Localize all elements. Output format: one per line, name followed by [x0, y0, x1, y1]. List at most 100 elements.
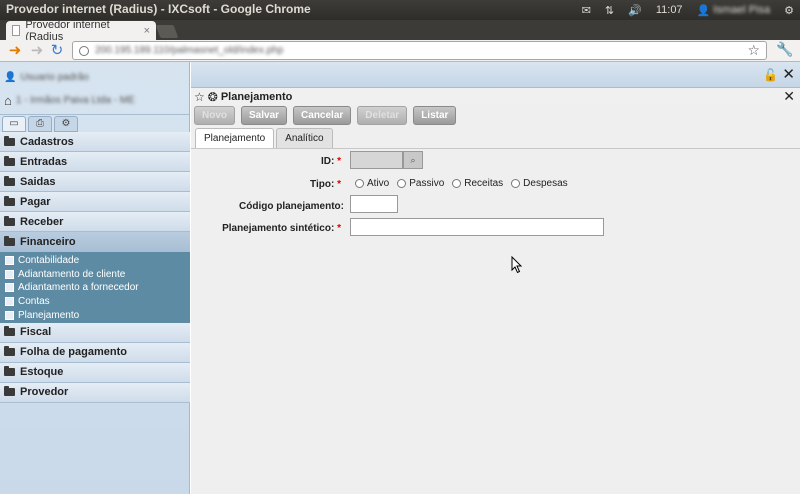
menu-label: Folha de pagamento — [20, 346, 127, 359]
folder-icon — [4, 235, 15, 246]
folder-icon — [4, 386, 15, 397]
home-icon: ⌂ — [4, 93, 12, 108]
codigo-planejamento-field[interactable] — [350, 195, 398, 213]
novo-button[interactable]: Novo — [194, 106, 235, 125]
network-icon[interactable]: ⇅ — [605, 4, 614, 17]
system-tray: ✉ ⇅ 🔊 11:07 👤 Ismael Pisa ⚙ — [582, 0, 794, 20]
menu-item-folha-pagamento[interactable]: Folha de pagamento — [0, 342, 190, 363]
folder-icon — [4, 175, 15, 186]
cancelar-button[interactable]: Cancelar — [293, 106, 352, 125]
menu-label: Financeiro — [20, 235, 76, 248]
menu-item-entradas[interactable]: Entradas — [0, 152, 190, 172]
folder-icon — [4, 366, 15, 377]
document-icon — [5, 256, 14, 266]
sintetico-label-wrap: Planejamento sintético: * — [191, 223, 341, 234]
submenu-item-adiantamento-fornecedor[interactable]: Adiantamento a fornecedor — [0, 281, 190, 295]
back-arrow-icon[interactable]: ➜ — [6, 42, 24, 60]
clock[interactable]: 11:07 — [656, 4, 683, 16]
menu-item-provedor[interactable]: Provedor — [0, 382, 190, 403]
forward-arrow-icon[interactable]: ➜ — [28, 42, 46, 60]
menu-item-pagar[interactable]: Pagar — [0, 192, 190, 212]
document-icon — [5, 297, 14, 307]
submenu-item-contas[interactable]: Contas — [0, 294, 190, 309]
close-form-icon[interactable]: ✕ — [783, 88, 795, 105]
left-sidebar: 👤 Usuario padrão ⌂ 1 - Irmãos Paiva Ltda… — [0, 62, 190, 494]
menu-item-financeiro[interactable]: Financeiro — [0, 232, 190, 252]
close-tab-icon[interactable]: × — [144, 25, 150, 37]
bookmark-star-icon[interactable]: ☆ — [747, 42, 760, 59]
document-icon — [5, 310, 14, 320]
submenu-label: Adiantamento a fornecedor — [18, 282, 139, 294]
submenu-item-adiantamento-cliente[interactable]: Adiantamento de cliente — [0, 267, 190, 282]
radio-label: Receitas — [464, 178, 504, 189]
radio-label: Ativo — [367, 178, 390, 189]
menu-label: Pagar — [20, 195, 51, 208]
salvar-button[interactable]: Salvar — [241, 106, 288, 125]
settings-tab-icon[interactable]: ⚙ — [54, 116, 78, 132]
submenu-item-contabilidade[interactable]: Contabilidade — [0, 254, 190, 268]
company-line[interactable]: ⌂ 1 - Irmãos Paiva Ltda - ME — [4, 93, 135, 108]
menu-label: Receber — [20, 215, 64, 228]
submenu-item-planejamento[interactable]: Planejamento — [0, 308, 190, 322]
divider — [0, 114, 189, 115]
browser-tab-title: Provedor internet (Radius — [25, 18, 110, 43]
gear-icon[interactable]: ⚙ — [784, 4, 794, 17]
browser-toolbar: ➜ ➜ ↻ 200.195.189.110/palmasnet_old/inde… — [0, 40, 800, 62]
menu-label: Estoque — [20, 366, 64, 379]
menu-item-estoque[interactable]: Estoque — [0, 362, 190, 383]
address-bar[interactable]: 200.195.189.110/palmasnet_old/index.php … — [72, 41, 767, 60]
main-header: 🔓 ✕ — [191, 62, 800, 88]
page-icon — [12, 25, 21, 36]
document-icon — [5, 283, 14, 293]
radio-passivo[interactable]: Passivo — [397, 178, 444, 189]
menu-label: Entradas — [20, 155, 68, 168]
tab-underline — [191, 148, 800, 149]
menu-item-cadastros[interactable]: Cadastros — [0, 132, 190, 152]
sidebar-tabs: ▭ ⎙ ⚙ — [2, 116, 78, 132]
menu-label: Fiscal — [20, 326, 52, 339]
tab-analitico[interactable]: Analítico — [276, 128, 333, 148]
window-tab-icon[interactable]: ▭ — [2, 116, 26, 132]
page-info-icon[interactable] — [79, 45, 89, 56]
refresh-icon[interactable]: ❂ — [208, 90, 218, 104]
radio-despesas[interactable]: Despesas — [511, 178, 568, 189]
radio-ativo[interactable]: Ativo — [355, 178, 389, 189]
mail-icon[interactable]: ✉ — [582, 4, 591, 17]
menu-item-receber[interactable]: Receber — [0, 212, 190, 232]
user-icon: 👤 — [696, 4, 711, 17]
user-menu[interactable]: 👤 Ismael Pisa — [697, 4, 771, 17]
unlock-icon[interactable]: 🔓 — [763, 68, 778, 82]
tipo-label-wrap: Tipo: * — [191, 179, 341, 190]
submenu-label: Contabilidade — [18, 255, 80, 267]
financeiro-submenu: Contabilidade Adiantamento de cliente Ad… — [0, 252, 190, 323]
tipo-radio-group: Ativo Passivo Receitas Despesas — [355, 178, 576, 189]
print-tab-icon[interactable]: ⎙ — [28, 116, 52, 132]
user-name: Ismael Pisa — [713, 4, 771, 16]
menu-item-fiscal[interactable]: Fiscal — [0, 322, 190, 343]
tipo-label: Tipo: — [310, 179, 335, 190]
wrench-icon[interactable]: 🔧 — [776, 41, 793, 58]
star-icon[interactable]: ☆ — [194, 90, 205, 104]
submenu-label: Planejamento — [18, 309, 80, 321]
reload-icon[interactable]: ↻ — [48, 42, 66, 60]
radio-circle — [397, 179, 407, 188]
deletar-button[interactable]: Deletar — [357, 106, 408, 125]
radio-receitas[interactable]: Receitas — [452, 178, 503, 189]
browser-tab[interactable]: Provedor internet (Radius × — [6, 18, 156, 43]
folder-icon — [4, 135, 15, 146]
form-button-row: Novo Salvar Cancelar Deletar Listar — [194, 106, 457, 125]
window-title: Provedor internet (Radius) - IXCsoft - G… — [6, 2, 311, 16]
id-field[interactable] — [350, 151, 403, 169]
tab-planejamento[interactable]: Planejamento — [195, 128, 275, 148]
menu-item-saidas[interactable]: Saidas — [0, 172, 190, 192]
close-window-icon[interactable]: ✕ — [782, 65, 795, 83]
url-text: 200.195.189.110/palmasnet_old/index.php — [95, 45, 284, 56]
menu-label: Provedor — [20, 386, 69, 399]
planejamento-sintetico-field[interactable] — [350, 218, 604, 236]
listar-button[interactable]: Listar — [413, 106, 457, 125]
user-name: Usuario padrão — [20, 72, 89, 83]
new-tab-button[interactable] — [155, 25, 179, 38]
search-icon[interactable]: ⌕ — [403, 151, 423, 169]
volume-icon[interactable]: 🔊 — [628, 4, 642, 17]
main-panel: 🔓 ✕ ☆ ❂ Planejamento ✕ Novo Salvar Cance… — [191, 62, 800, 494]
